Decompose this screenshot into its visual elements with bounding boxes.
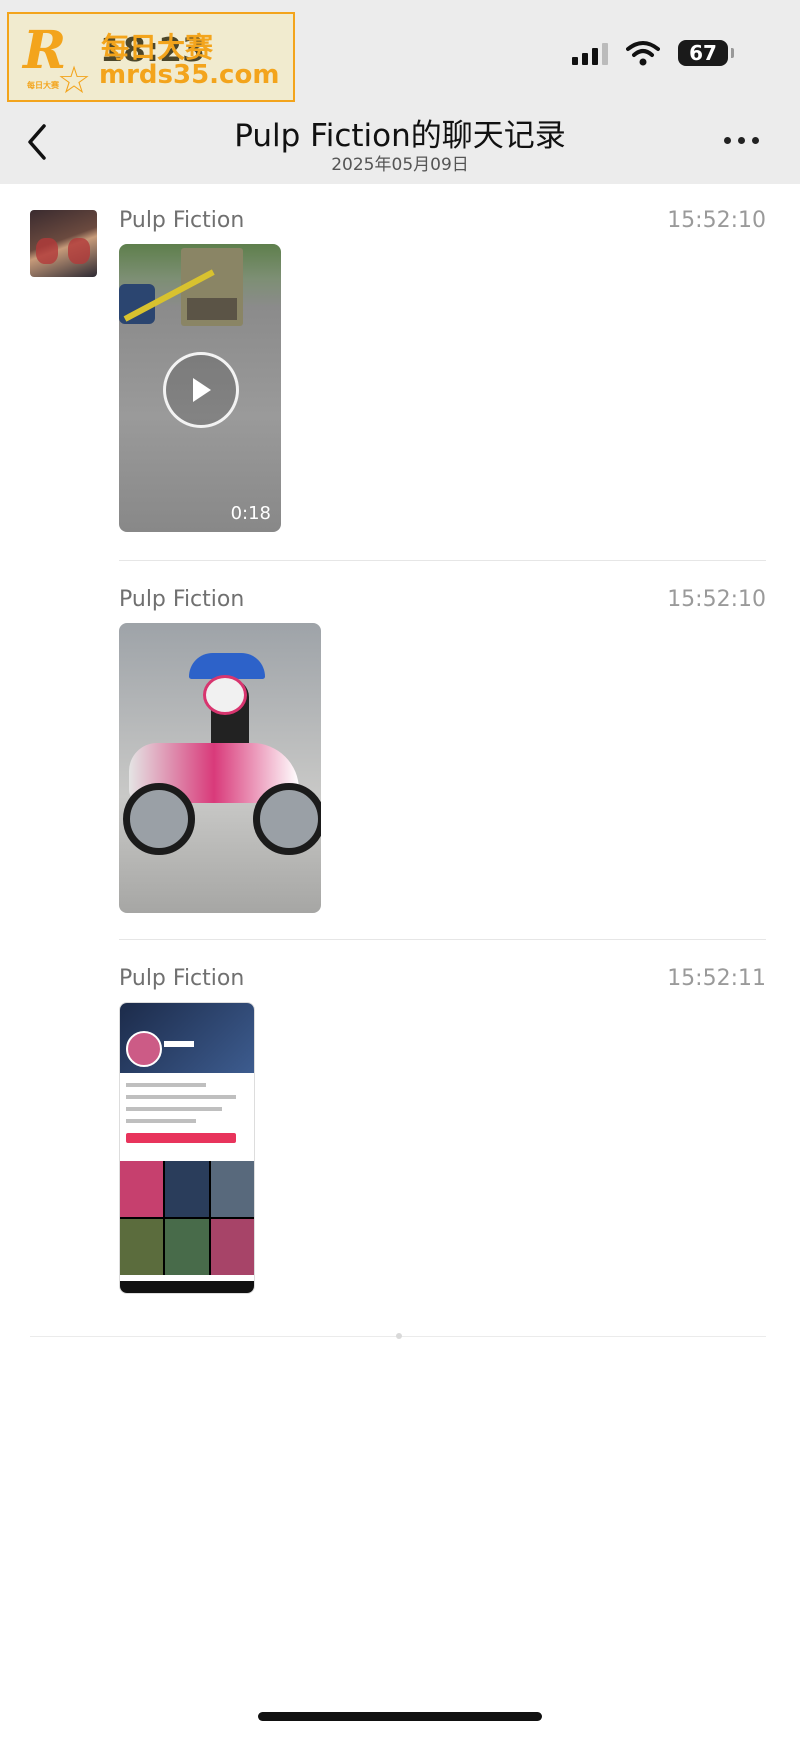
divider xyxy=(119,560,766,561)
video-thumbnail[interactable]: 0:18 xyxy=(119,244,281,532)
divider xyxy=(119,939,766,940)
video-duration: 0:18 xyxy=(230,503,271,524)
status-icons: 67 xyxy=(572,40,734,66)
play-icon xyxy=(193,378,211,402)
page-subtitle-date: 2025年05月09日 xyxy=(331,155,469,175)
screenshot-text-line xyxy=(126,1107,222,1111)
screenshot-name xyxy=(164,1041,194,1047)
watermark-logo: R ☆ 每日大赛 每日大赛 mrds35.com xyxy=(7,12,295,102)
screenshot-text-line xyxy=(126,1083,206,1087)
screenshot-text-line xyxy=(126,1119,196,1123)
watermark-small-text: 每日大赛 xyxy=(27,81,59,90)
screenshot-nav xyxy=(120,1281,254,1293)
battery-icon: 67 xyxy=(678,40,734,66)
page-title: Pulp Fiction的聊天记录 xyxy=(234,118,566,154)
screenshot-button xyxy=(126,1133,236,1143)
sender-name: Pulp Fiction xyxy=(119,208,245,233)
screenshot-text-line xyxy=(126,1095,236,1099)
message-time: 15:52:10 xyxy=(667,208,766,233)
sender-name: Pulp Fiction xyxy=(119,966,245,991)
message-time: 15:52:11 xyxy=(667,966,766,991)
wifi-icon xyxy=(626,41,660,66)
wheel-shape xyxy=(123,783,195,855)
signal-icon xyxy=(572,41,608,65)
more-button[interactable] xyxy=(724,130,764,150)
star-icon: ☆ xyxy=(57,58,92,102)
watermark-url: mrds35.com xyxy=(99,60,280,90)
sender-name: Pulp Fiction xyxy=(119,587,245,612)
more-icon xyxy=(724,136,731,144)
helmet-shape xyxy=(203,675,247,715)
screenshot-grid xyxy=(120,1161,254,1275)
play-button[interactable] xyxy=(163,352,239,428)
image-thumbnail[interactable] xyxy=(119,1002,255,1294)
end-dot xyxy=(396,1333,402,1339)
home-indicator[interactable] xyxy=(258,1712,542,1721)
image-thumbnail[interactable] xyxy=(119,623,321,913)
message-time: 15:52:10 xyxy=(667,587,766,612)
screenshot-avatar xyxy=(126,1031,162,1067)
battery-level: 67 xyxy=(689,41,717,65)
wheel-shape xyxy=(253,783,321,855)
avatar[interactable] xyxy=(30,210,97,277)
